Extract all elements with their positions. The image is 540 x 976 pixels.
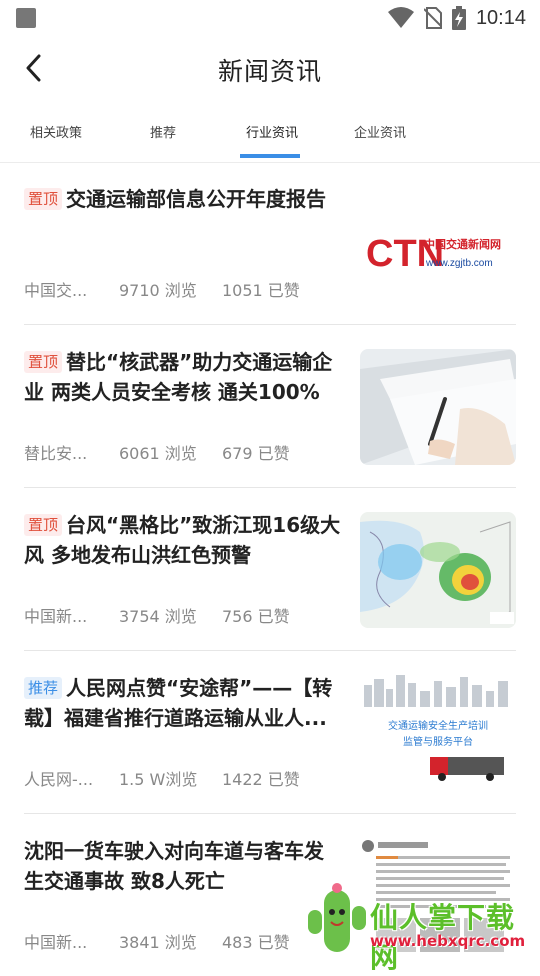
app-header: 新闻资讯 — [0, 36, 540, 104]
news-meta: 中国交... 9710 浏览 1051 已赞 — [24, 277, 300, 301]
battery-charging-icon — [451, 6, 466, 30]
svg-text:www.zgjtb.com: www.zgjtb.com — [425, 258, 493, 269]
news-thumbnail: 交通运输安全生产培训 监管与服务平台 — [360, 675, 516, 791]
notification-icon — [16, 8, 36, 28]
news-source: 中国新... — [24, 607, 88, 626]
tab-industry-news[interactable]: 行业资讯 — [246, 122, 298, 141]
news-title: 置顶 替比“核武器”助力交通运输企业 两类人员安全考核 通关100% — [24, 347, 342, 407]
news-source: 替比安... — [24, 444, 88, 463]
tab-company-news[interactable]: 企业资讯 — [354, 122, 406, 141]
news-title: 置顶 交通运输部信息公开年度报告 — [24, 184, 342, 214]
news-title-text: 替比“核武器”助力交通运输企业 两类人员安全考核 通关100% — [24, 350, 333, 404]
news-source: 人民网-... — [24, 770, 94, 789]
news-thumbnail — [360, 512, 516, 628]
wifi-icon — [387, 7, 414, 29]
news-views: 9710 浏览 — [119, 281, 197, 300]
news-views: 3841 浏览 — [119, 933, 197, 952]
news-meta: 中国新... 3754 浏览 756 已赞 — [24, 603, 290, 627]
news-meta: 人民网-... 1.5 W浏览 1422 已赞 — [24, 766, 300, 790]
news-likes: 679 已赞 — [222, 444, 290, 463]
site-watermark: 仙人掌下载网 www.hebxqrc.com — [300, 880, 540, 974]
news-likes: 1051 已赞 — [222, 281, 300, 300]
status-time: 10:14 — [475, 6, 526, 29]
svg-text:交通运输安全生产培训: 交通运输安全生产培训 — [388, 719, 488, 732]
no-sim-icon — [423, 7, 442, 29]
news-likes: 756 已赞 — [222, 607, 290, 626]
news-source: 中国交... — [24, 281, 88, 300]
status-bar: 10:14 — [0, 0, 540, 36]
pinned-badge: 置顶 — [24, 351, 63, 373]
news-title: 推荐 人民网点赞“安途帮”——【转载】福建省推行道路运输从业人... — [24, 673, 342, 733]
news-title-text: 人民网点赞“安途帮”——【转载】福建省推行道路运输从业人... — [24, 676, 333, 730]
recommended-badge: 推荐 — [24, 677, 63, 699]
news-item[interactable]: 置顶 台风“黑格比”致浙江现16级大风 多地发布山洪红色预警 中国新... 375… — [24, 488, 516, 651]
news-thumbnail: CTN 中国交通新闻网 www.zgjtb.com — [360, 186, 516, 302]
news-thumbnail — [360, 349, 516, 465]
news-likes: 483 已赞 — [222, 933, 290, 952]
page-title: 新闻资讯 — [217, 57, 322, 86]
news-item[interactable]: 推荐 人民网点赞“安途帮”——【转载】福建省推行道路运输从业人... 人民网-..… — [24, 651, 516, 814]
news-meta: 中国新... 3841 浏览 483 已赞 — [24, 929, 290, 953]
pinned-badge: 置顶 — [24, 188, 63, 210]
transport-training-banner-icon: 交通运输安全生产培训 监管与服务平台 — [360, 675, 516, 791]
tab-related-policy[interactable]: 相关政策 — [30, 122, 82, 141]
news-item[interactable]: 置顶 替比“核武器”助力交通运输企业 两类人员安全考核 通关100% 替比安...… — [24, 325, 516, 488]
news-views: 3754 浏览 — [119, 607, 197, 626]
news-title: 沈阳一货车驶入对向车道与客车发生交通事故 致8人死亡 — [24, 839, 324, 893]
news-views: 1.5 W浏览 — [119, 770, 198, 789]
svg-text:监管与服务平台: 监管与服务平台 — [403, 735, 473, 748]
active-tab-indicator — [240, 154, 300, 158]
writing-exam-photo-icon — [360, 349, 516, 465]
typhoon-radar-map-icon — [360, 512, 516, 628]
news-list: 置顶 交通运输部信息公开年度报告 中国交... 9710 浏览 1051 已赞 C… — [24, 162, 516, 976]
watermark-url: www.hebxqrc.com — [370, 932, 526, 950]
news-likes: 1422 已赞 — [222, 770, 300, 789]
pinned-badge: 置顶 — [24, 514, 63, 536]
news-title-text: 交通运输部信息公开年度报告 — [66, 187, 327, 211]
ctn-logo-icon: CTN 中国交通新闻网 www.zgjtb.com — [366, 233, 501, 275]
news-item[interactable]: 置顶 交通运输部信息公开年度报告 中国交... 9710 浏览 1051 已赞 C… — [24, 162, 516, 325]
news-title: 置顶 台风“黑格比”致浙江现16级大风 多地发布山洪红色预警 — [24, 510, 342, 570]
tab-recommended[interactable]: 推荐 — [150, 122, 176, 141]
news-meta: 替比安... 6061 浏览 679 已赞 — [24, 440, 290, 464]
news-title-text: 台风“黑格比”致浙江现16级大风 多地发布山洪红色预警 — [24, 513, 341, 567]
svg-text:中国交通新闻网: 中国交通新闻网 — [424, 237, 501, 251]
news-source: 中国新... — [24, 933, 88, 952]
news-views: 6061 浏览 — [119, 444, 197, 463]
